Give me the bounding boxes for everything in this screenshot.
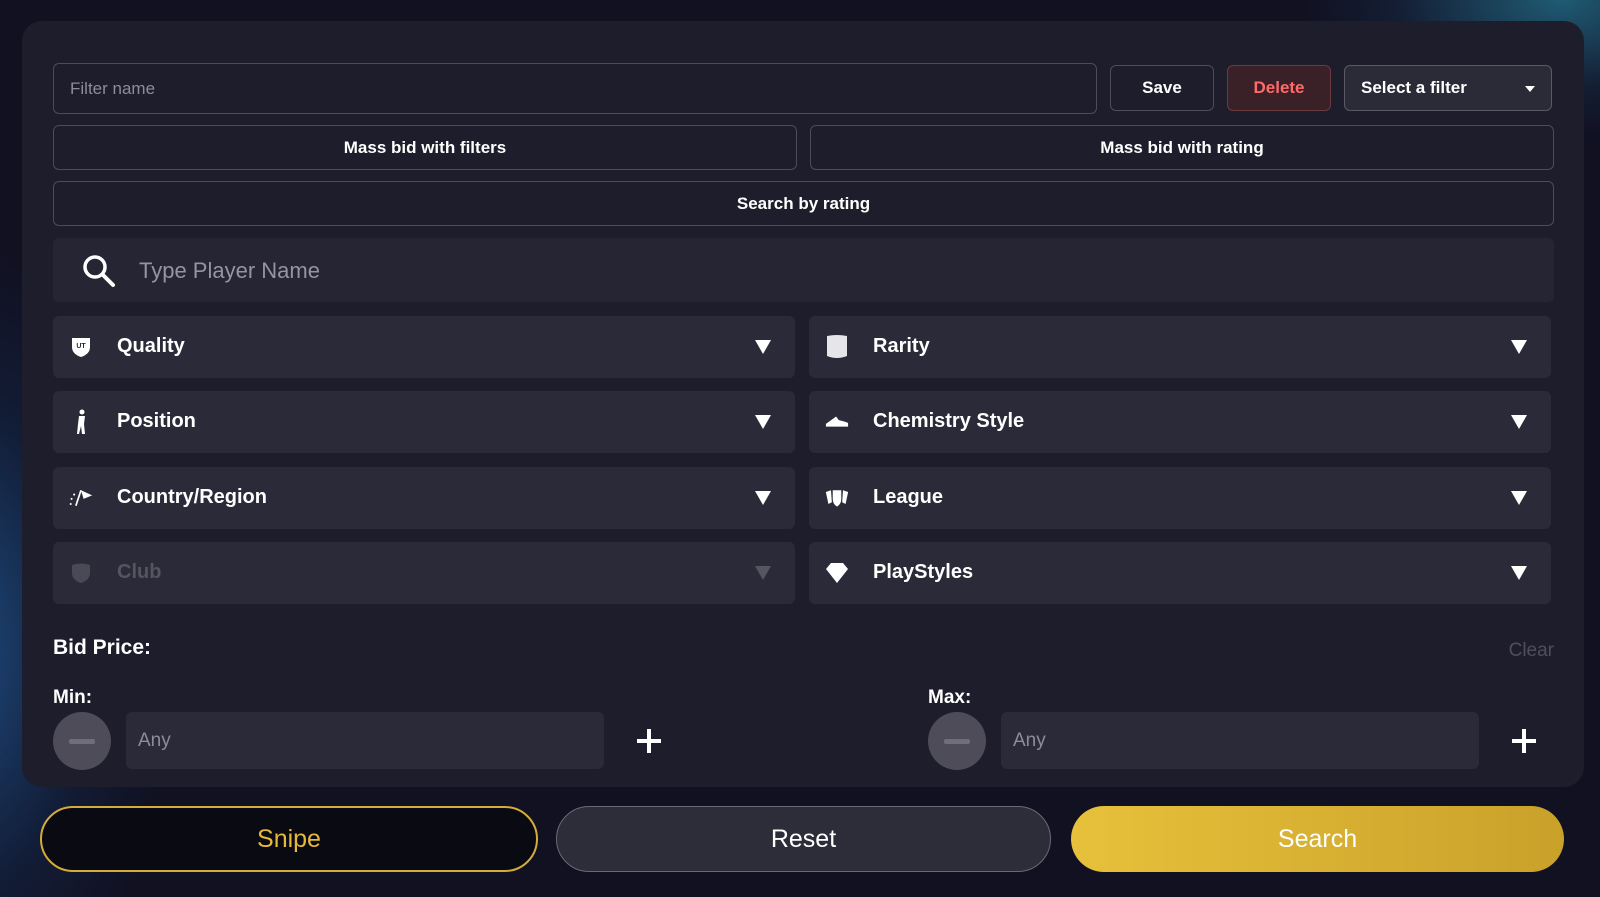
- min-price-placeholder: Any: [138, 729, 171, 751]
- playstyles-label: PlayStyles: [873, 561, 974, 583]
- position-label: Position: [117, 410, 196, 432]
- club-shield-icon: [69, 561, 93, 585]
- search-button[interactable]: Search: [1071, 806, 1564, 872]
- player-figure-icon: [69, 409, 93, 434]
- max-label: Max:: [928, 687, 972, 708]
- diamond-icon: [825, 561, 849, 585]
- max-price-input[interactable]: Any: [1001, 712, 1479, 769]
- flag-icon: [69, 486, 93, 510]
- clear-button[interactable]: Clear: [1509, 640, 1554, 662]
- caret-down-icon: [755, 491, 771, 505]
- filter-name-input[interactable]: Filter name: [53, 63, 1097, 114]
- max-decrement-button[interactable]: [928, 712, 986, 770]
- caret-down-icon: [1511, 340, 1527, 354]
- chemistry-style-dropdown[interactable]: Chemistry Style: [809, 391, 1551, 453]
- chemistry-style-label: Chemistry Style: [873, 410, 1025, 432]
- search-by-rating-button[interactable]: Search by rating: [53, 181, 1554, 226]
- caret-down-icon: [755, 340, 771, 354]
- card-icon: [825, 335, 849, 359]
- save-button[interactable]: Save: [1110, 65, 1214, 111]
- country-region-dropdown[interactable]: Country/Region: [53, 467, 795, 529]
- ut-shield-icon: UT: [69, 335, 93, 359]
- player-search-placeholder: Type Player Name: [139, 258, 320, 283]
- quality-label: Quality: [117, 335, 185, 357]
- club-dropdown: Club: [53, 542, 795, 604]
- position-dropdown[interactable]: Position: [53, 391, 795, 453]
- bid-price-title: Bid Price:: [53, 636, 152, 659]
- league-shields-icon: [825, 486, 849, 510]
- min-increment-button[interactable]: [637, 729, 661, 753]
- playstyles-dropdown[interactable]: PlayStyles: [809, 542, 1551, 604]
- rarity-dropdown[interactable]: Rarity: [809, 316, 1551, 378]
- league-dropdown[interactable]: League: [809, 467, 1551, 529]
- svg-text:UT: UT: [76, 343, 86, 350]
- rarity-label: Rarity: [873, 335, 930, 357]
- search-icon: [83, 255, 115, 287]
- max-increment-button[interactable]: [1512, 729, 1536, 753]
- min-price-input[interactable]: Any: [126, 712, 604, 769]
- boot-icon: [825, 410, 849, 434]
- filter-name-placeholder: Filter name: [70, 78, 156, 98]
- player-search-input[interactable]: Type Player Name: [53, 238, 1554, 302]
- country-region-label: Country/Region: [117, 486, 267, 508]
- quality-dropdown[interactable]: UT Quality: [53, 316, 795, 378]
- select-filter-dropdown[interactable]: Select a filter: [1344, 65, 1552, 111]
- select-filter-label: Select a filter: [1361, 78, 1467, 97]
- caret-down-icon: [1511, 566, 1527, 580]
- reset-button[interactable]: Reset: [556, 806, 1051, 872]
- min-decrement-button[interactable]: [53, 712, 111, 770]
- snipe-button[interactable]: Snipe: [40, 806, 538, 872]
- club-label: Club: [117, 561, 162, 583]
- chevron-down-icon: [1525, 86, 1535, 92]
- max-price-placeholder: Any: [1013, 729, 1046, 751]
- min-label: Min:: [53, 687, 93, 708]
- caret-down-icon: [755, 415, 771, 429]
- caret-down-icon: [755, 566, 771, 580]
- mass-bid-rating-button[interactable]: Mass bid with rating: [810, 125, 1554, 170]
- caret-down-icon: [1511, 491, 1527, 505]
- league-label: League: [873, 486, 944, 508]
- caret-down-icon: [1511, 415, 1527, 429]
- mass-bid-filters-button[interactable]: Mass bid with filters: [53, 125, 797, 170]
- delete-button[interactable]: Delete: [1227, 65, 1331, 111]
